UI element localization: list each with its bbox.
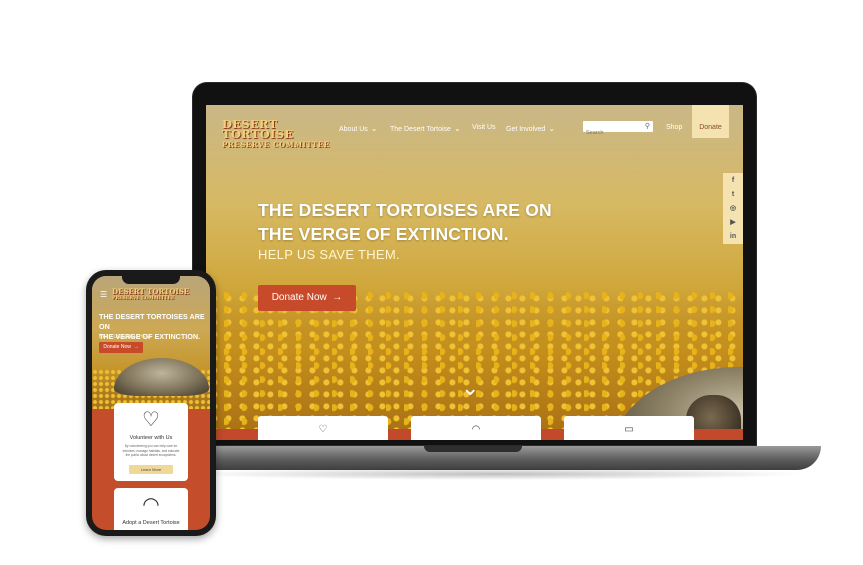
instagram-icon[interactable]: ◎ xyxy=(723,203,743,215)
nav-visit-us[interactable]: Visit Us xyxy=(472,124,496,131)
card-title: Volunteer with Us xyxy=(129,435,173,441)
twitter-icon[interactable]: t xyxy=(723,189,743,201)
hero-subheading: HELP US SAVE THEM. xyxy=(258,247,400,262)
hero-heading: THE DESERT TORTOISES ARE ON THE VERGE OF… xyxy=(258,198,578,246)
site-logo[interactable]: DESERT TORTOISE PRESERVE COMMITTEE xyxy=(112,287,190,302)
laptop-shadow xyxy=(180,468,810,480)
phone-screen: ☰ DESERT TORTOISE PRESERVE COMMITTEE THE… xyxy=(92,276,210,530)
shop-link[interactable]: Shop xyxy=(666,124,682,131)
phone-hero: ☰ DESERT TORTOISE PRESERVE COMMITTEE THE… xyxy=(92,276,210,409)
logo-line2: PRESERVE COMMITTEE xyxy=(112,296,175,301)
nav-label: About Us xyxy=(339,126,368,133)
volunteer-card[interactable]: ♡ Volunteer with Us By volunteering you … xyxy=(114,403,188,481)
volunteer-card[interactable]: ♡ xyxy=(258,416,388,440)
tortoise-icon: ◠ xyxy=(142,494,160,516)
visit-card[interactable]: ▭ xyxy=(564,416,694,440)
card-description: By volunteering you can help care for to… xyxy=(122,444,180,457)
donate-now-button[interactable]: Donate Now → xyxy=(258,285,356,311)
search-box: ⚲ xyxy=(583,121,653,139)
chevron-down-icon: ⌄ xyxy=(548,124,556,133)
logo-line1: DESERT TORTOISE xyxy=(112,287,190,296)
tortoise-image xyxy=(114,358,209,396)
nav-get-involved[interactable]: Get Involved ⌄ xyxy=(506,124,555,133)
search-input[interactable] xyxy=(583,127,641,139)
adopt-card[interactable]: ◠ xyxy=(411,416,541,440)
chevron-down-icon: ⌄ xyxy=(453,124,461,133)
hero-subheading: HELP US SAVE THEM. xyxy=(99,334,152,340)
hero-heading-line1: THE DESERT TORTOISES ARE ON xyxy=(258,200,552,220)
linkedin-icon[interactable]: in xyxy=(723,231,743,243)
heart-hands-icon: ♡ xyxy=(142,409,160,431)
social-sidebar: f t ◎ ▶ in xyxy=(723,173,743,244)
hero-heading-line2: THE VERGE OF EXTINCTION. xyxy=(258,224,509,244)
laptop-notch xyxy=(424,446,522,452)
tortoise-icon: ◠ xyxy=(471,424,481,435)
chevron-down-icon: ⌄ xyxy=(370,124,378,133)
facebook-icon[interactable]: f xyxy=(723,175,743,187)
learn-more-button[interactable]: Learn More xyxy=(129,464,173,474)
sign-icon: ▭ xyxy=(624,424,634,435)
donate-button[interactable]: Donate xyxy=(692,105,729,138)
donate-now-label: Donate Now xyxy=(271,292,327,303)
nav-the-desert-tortoise[interactable]: The Desert Tortoise ⌄ xyxy=(390,124,461,133)
nav-about-us[interactable]: About Us ⌄ xyxy=(339,124,378,133)
arrow-right-icon: → xyxy=(329,292,343,303)
hamburger-icon[interactable]: ☰ xyxy=(100,290,107,299)
adopt-card[interactable]: ◠ Adopt a Desert Tortoise xyxy=(114,488,188,530)
heart-hands-icon: ♡ xyxy=(318,424,328,435)
site-logo[interactable]: DESERT TORTOISE PRESERVE COMMITTEE xyxy=(222,117,330,150)
logo-line1: DESERT TORTOISE xyxy=(222,117,294,141)
card-title: Adopt a Desert Tortoise xyxy=(122,520,180,526)
search-icon[interactable]: ⚲ xyxy=(645,122,650,130)
donate-now-button[interactable]: Donate Now → xyxy=(99,342,143,353)
nav-label: The Desert Tortoise xyxy=(390,126,451,133)
arrow-right-icon: → xyxy=(132,344,139,350)
phone-notch xyxy=(122,276,180,284)
laptop-screen: DESERT TORTOISE PRESERVE COMMITTEE About… xyxy=(206,105,743,440)
chevron-down-icon[interactable]: ⌄ xyxy=(461,375,479,401)
donate-now-label: Donate Now xyxy=(103,344,131,350)
nav-label: Visit Us xyxy=(472,124,496,131)
youtube-icon[interactable]: ▶ xyxy=(723,217,743,229)
nav-label: Get Involved xyxy=(506,126,546,133)
hero-heading-line1: THE DESERT TORTOISES ARE ON xyxy=(99,312,205,331)
logo-line2: PRESERVE COMMITTEE xyxy=(222,140,330,149)
site-header: DESERT TORTOISE PRESERVE COMMITTEE About… xyxy=(206,105,743,149)
